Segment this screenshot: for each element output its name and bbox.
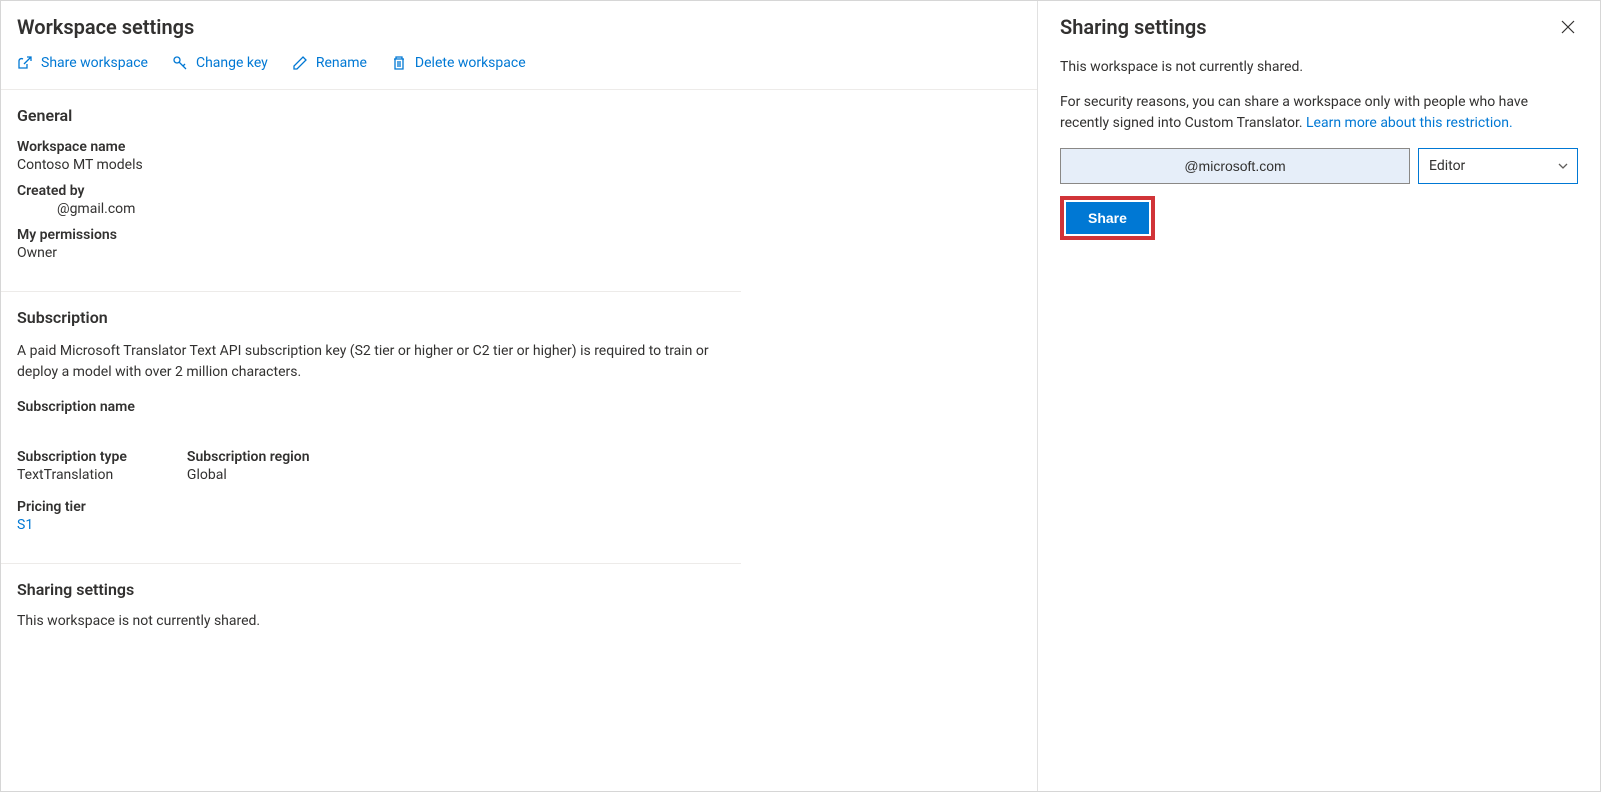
panel-title: Sharing settings [1060,15,1207,39]
subscription-type-col: Subscription type TextTranslation [17,443,127,493]
role-select[interactable]: Editor [1418,148,1578,184]
toolbar: Share workspace Change key Rename [1,49,1037,90]
close-icon [1560,19,1576,35]
learn-more-link[interactable]: Learn more about this restriction. [1306,115,1513,131]
share-workspace-button[interactable]: Share workspace [17,55,148,71]
rename-label: Rename [316,55,367,71]
pricing-tier-value[interactable]: S1 [17,517,725,533]
sharing-status: This workspace is not currently shared. [17,613,725,629]
subscription-type-value: TextTranslation [17,467,127,483]
general-heading: General [17,106,725,125]
main-content: Workspace settings Share workspace Cha [1,1,1038,791]
edit-icon [292,55,308,71]
delete-workspace-label: Delete workspace [415,55,526,71]
panel-header: Sharing settings [1060,15,1578,39]
delete-workspace-button[interactable]: Delete workspace [391,55,526,71]
sharing-panel: Sharing settings This workspace is not c… [1038,1,1600,791]
share-row: Editor [1060,148,1578,184]
subscription-desc: A paid Microsoft Translator Text API sub… [17,341,725,383]
subscription-name-value [17,417,725,433]
page-title: Workspace settings [1,1,1037,49]
subscription-region-col: Subscription region Global [187,443,310,493]
share-workspace-label: Share workspace [41,55,148,71]
subscription-grid: Subscription type TextTranslation Subscr… [17,443,725,493]
rename-button[interactable]: Rename [292,55,367,71]
role-select-value: Editor [1429,158,1465,174]
app-root: Workspace settings Share workspace Cha [0,0,1601,792]
key-icon [172,55,188,71]
sharing-section: Sharing settings This workspace is not c… [1,564,741,659]
share-email-input[interactable] [1060,148,1410,184]
share-button-highlight: Share [1060,196,1155,240]
change-key-button[interactable]: Change key [172,55,268,71]
workspace-name-value: Contoso MT models [17,157,725,173]
subscription-region-label: Subscription region [187,449,310,465]
subscription-name-label: Subscription name [17,399,725,415]
panel-status: This workspace is not currently shared. [1060,57,1578,78]
pricing-tier-label: Pricing tier [17,499,725,515]
panel-info: For security reasons, you can share a wo… [1060,92,1578,134]
change-key-label: Change key [196,55,268,71]
trash-icon [391,55,407,71]
share-icon [17,55,33,71]
close-button[interactable] [1558,17,1578,37]
subscription-type-label: Subscription type [17,449,127,465]
workspace-name-label: Workspace name [17,139,725,155]
share-button[interactable]: Share [1066,202,1149,234]
subscription-heading: Subscription [17,308,725,327]
permissions-label: My permissions [17,227,725,243]
permissions-value: Owner [17,245,725,261]
chevron-down-icon [1557,160,1569,172]
sharing-heading: Sharing settings [17,580,725,599]
created-by-label: Created by [17,183,725,199]
created-by-value: @gmail.com [17,201,725,217]
subscription-region-value: Global [187,467,310,483]
general-section: General Workspace name Contoso MT models… [1,90,741,292]
subscription-section: Subscription A paid Microsoft Translator… [1,292,741,564]
